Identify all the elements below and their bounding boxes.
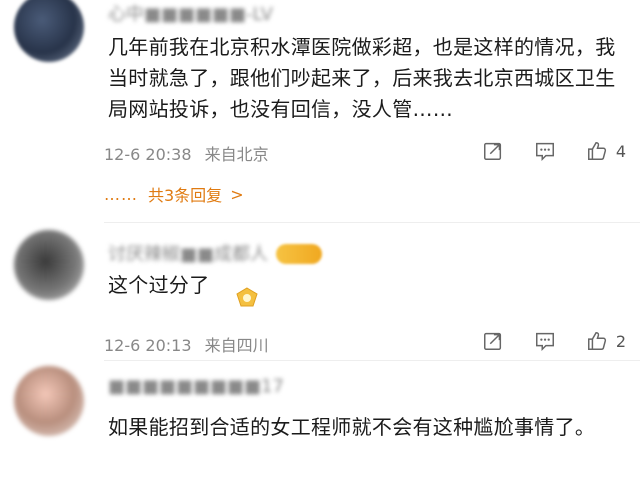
comment-time: 12-6 20:38	[104, 145, 192, 164]
like-count: 2	[615, 331, 626, 351]
comment-actions: 2	[452, 329, 626, 353]
comment-meta: 12-6 20:13 来自四川	[104, 332, 269, 356]
share-button[interactable]	[482, 139, 504, 163]
comment-icon	[535, 332, 554, 352]
comment-text: 几年前我在北京积水潭医院做彩超，也是这样的情况，我当时就急了，跟他们吵起来了，后…	[108, 35, 616, 121]
emoji-sticker-icon	[236, 287, 258, 307]
like-button[interactable]: 2	[586, 329, 626, 353]
avatar[interactable]	[14, 230, 84, 300]
like-count: 4	[615, 141, 626, 161]
avatar[interactable]	[14, 0, 84, 62]
comment-button[interactable]	[534, 139, 556, 163]
comment-location: 来自北京	[204, 145, 269, 164]
comment-icon	[535, 142, 554, 162]
comment-button[interactable]	[534, 329, 556, 353]
username[interactable]: 心中■■■■■■-LV	[108, 0, 273, 26]
share-button[interactable]	[482, 329, 504, 353]
replies-dots: ……	[104, 184, 138, 204]
chevron-right-icon: >	[230, 184, 244, 204]
divider	[104, 222, 640, 223]
share-icon	[483, 142, 501, 160]
view-replies-link[interactable]: …… 共3条回复 >	[104, 182, 244, 206]
thumbs-up-icon	[587, 142, 606, 160]
like-button[interactable]: 4	[586, 139, 626, 163]
replies-label: 共3条回复	[148, 186, 223, 205]
fan-badge	[276, 244, 322, 264]
avatar[interactable]	[14, 366, 84, 436]
comment-actions: 4	[452, 139, 626, 163]
divider	[104, 360, 640, 361]
comment-location: 来自四川	[204, 336, 269, 355]
comment-text: 这个过分了	[108, 273, 210, 297]
username[interactable]: 讨厌辣椒■■成都人	[108, 240, 268, 266]
username[interactable]: ■■■■■■■■■17	[108, 376, 284, 397]
comment-time: 12-6 20:13	[104, 336, 192, 355]
comment-text: 如果能招到合适的女工程师就不会有这种尴尬事情了。	[108, 415, 596, 439]
comment-meta: 12-6 20:38 来自北京	[104, 141, 269, 165]
thumbs-up-icon	[587, 332, 606, 350]
share-icon	[483, 332, 501, 350]
